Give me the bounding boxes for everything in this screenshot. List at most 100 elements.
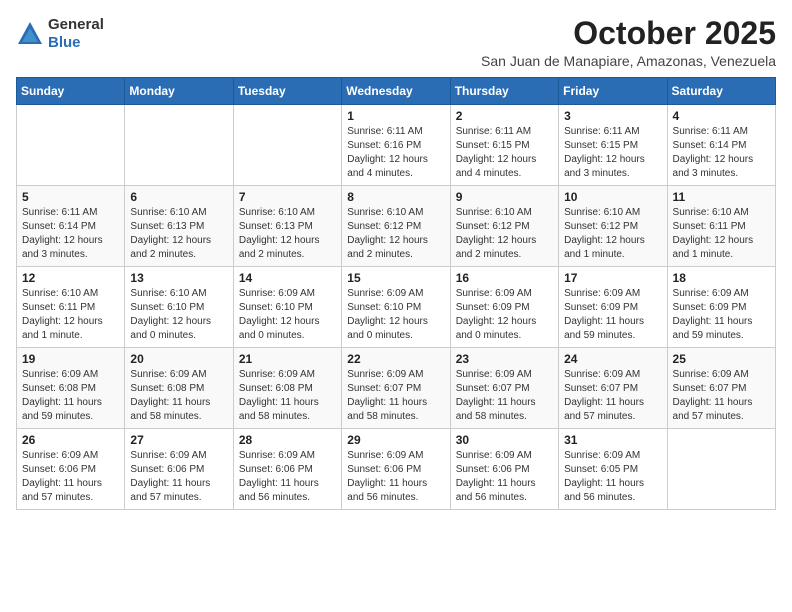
weekday-header-wednesday: Wednesday [342, 78, 450, 105]
day-info: Sunrise: 6:10 AMSunset: 6:12 PMDaylight:… [564, 206, 661, 262]
calendar-cell: 28Sunrise: 6:09 AMSunset: 6:06 PMDayligh… [233, 429, 341, 510]
weekday-header-monday: Monday [125, 78, 233, 105]
calendar-week-1: 5 Sunrise: 6:11 AMSunset: 6:14 PMDaylight… [17, 186, 776, 267]
calendar-cell [667, 429, 775, 510]
day-info: Sunrise: 6:09 AMSunset: 6:05 PMDaylight:… [564, 449, 661, 505]
day-number: 20 [130, 352, 227, 366]
calendar-cell [17, 105, 125, 186]
day-number: 29 [347, 433, 444, 447]
calendar-cell: 8 Sunrise: 6:10 AMSunset: 6:12 PMDaylight… [342, 186, 450, 267]
title-block: October 2025 San Juan de Manapiare, Amaz… [481, 16, 776, 69]
calendar-cell: 9 Sunrise: 6:10 AMSunset: 6:12 PMDaylight… [450, 186, 558, 267]
day-info: Sunrise: 6:11 AMSunset: 6:14 PMDaylight:… [22, 206, 119, 262]
day-number: 7 [239, 190, 336, 204]
calendar-cell: 17Sunrise: 6:09 AMSunset: 6:09 PMDayligh… [559, 267, 667, 348]
calendar-cell: 1 Sunrise: 6:11 AMSunset: 6:16 PMDaylight… [342, 105, 450, 186]
calendar-cell: 16 Sunrise: 6:09 AMSunset: 6:09 PMDayligh… [450, 267, 558, 348]
calendar-cell: 27Sunrise: 6:09 AMSunset: 6:06 PMDayligh… [125, 429, 233, 510]
day-info: Sunrise: 6:10 AMSunset: 6:11 PMDaylight:… [22, 287, 119, 343]
day-number: 24 [564, 352, 661, 366]
day-info: Sunrise: 6:10 AMSunset: 6:10 PMDaylight:… [130, 287, 227, 343]
day-number: 8 [347, 190, 444, 204]
day-number: 10 [564, 190, 661, 204]
day-info: Sunrise: 6:09 AMSunset: 6:07 PMDaylight:… [564, 368, 661, 424]
calendar-week-2: 12 Sunrise: 6:10 AMSunset: 6:11 PMDayligh… [17, 267, 776, 348]
calendar-cell: 2Sunrise: 6:11 AMSunset: 6:15 PMDaylight… [450, 105, 558, 186]
main-title: October 2025 [481, 16, 776, 51]
weekday-header-row: SundayMondayTuesdayWednesdayThursdayFrid… [17, 78, 776, 105]
day-info: Sunrise: 6:09 AMSunset: 6:10 PMDaylight:… [239, 287, 336, 343]
logo-general: General [48, 16, 104, 34]
day-number: 3 [564, 109, 661, 123]
calendar-cell: 15 Sunrise: 6:09 AMSunset: 6:10 PMDayligh… [342, 267, 450, 348]
day-number: 5 [22, 190, 119, 204]
day-info: Sunrise: 6:11 AMSunset: 6:14 PMDaylight:… [673, 125, 770, 181]
day-number: 15 [347, 271, 444, 285]
day-info: Sunrise: 6:09 AMSunset: 6:06 PMDaylight:… [347, 449, 444, 505]
day-info: Sunrise: 6:09 AMSunset: 6:07 PMDaylight:… [673, 368, 770, 424]
weekday-header-sunday: Sunday [17, 78, 125, 105]
calendar-table: SundayMondayTuesdayWednesdayThursdayFrid… [16, 77, 776, 510]
day-info: Sunrise: 6:09 AMSunset: 6:06 PMDaylight:… [456, 449, 553, 505]
calendar-cell: 4 Sunrise: 6:11 AMSunset: 6:14 PMDaylight… [667, 105, 775, 186]
page-header: General Blue October 2025 San Juan de Ma… [16, 16, 776, 69]
calendar-cell: 18 Sunrise: 6:09 AMSunset: 6:09 PMDayligh… [667, 267, 775, 348]
day-info: Sunrise: 6:11 AMSunset: 6:15 PMDaylight:… [564, 125, 661, 181]
day-number: 14 [239, 271, 336, 285]
calendar-cell: 26Sunrise: 6:09 AMSunset: 6:06 PMDayligh… [17, 429, 125, 510]
calendar-cell: 11Sunrise: 6:10 AMSunset: 6:11 PMDayligh… [667, 186, 775, 267]
calendar-cell: 10 Sunrise: 6:10 AMSunset: 6:12 PMDayligh… [559, 186, 667, 267]
day-info: Sunrise: 6:10 AMSunset: 6:13 PMDaylight:… [239, 206, 336, 262]
day-info: Sunrise: 6:09 AMSunset: 6:08 PMDaylight:… [239, 368, 336, 424]
calendar-cell: 19 Sunrise: 6:09 AMSunset: 6:08 PMDayligh… [17, 348, 125, 429]
calendar-cell: 5 Sunrise: 6:11 AMSunset: 6:14 PMDaylight… [17, 186, 125, 267]
day-number: 16 [456, 271, 553, 285]
calendar-cell: 25 Sunrise: 6:09 AMSunset: 6:07 PMDayligh… [667, 348, 775, 429]
day-number: 2 [456, 109, 553, 123]
day-number: 23 [456, 352, 553, 366]
day-info: Sunrise: 6:10 AMSunset: 6:12 PMDaylight:… [456, 206, 553, 262]
logo: General Blue [16, 16, 104, 52]
calendar-cell: 6Sunrise: 6:10 AMSunset: 6:13 PMDaylight… [125, 186, 233, 267]
calendar-cell: 20 Sunrise: 6:09 AMSunset: 6:08 PMDayligh… [125, 348, 233, 429]
calendar-cell: 30Sunrise: 6:09 AMSunset: 6:06 PMDayligh… [450, 429, 558, 510]
day-info: Sunrise: 6:09 AMSunset: 6:09 PMDaylight:… [564, 287, 661, 343]
day-info: Sunrise: 6:10 AMSunset: 6:12 PMDaylight:… [347, 206, 444, 262]
day-number: 1 [347, 109, 444, 123]
day-number: 4 [673, 109, 770, 123]
day-number: 6 [130, 190, 227, 204]
day-info: Sunrise: 6:09 AMSunset: 6:07 PMDaylight:… [347, 368, 444, 424]
day-info: Sunrise: 6:09 AMSunset: 6:09 PMDaylight:… [673, 287, 770, 343]
calendar-week-4: 26 Sunrise: 6:09 AMSunset: 6:06 PMDayligh… [17, 429, 776, 510]
day-info: Sunrise: 6:09 AMSunset: 6:10 PMDaylight:… [347, 287, 444, 343]
day-info: Sunrise: 6:09 AMSunset: 6:06 PMDaylight:… [239, 449, 336, 505]
day-number: 21 [239, 352, 336, 366]
day-number: 9 [456, 190, 553, 204]
calendar-cell: 31 Sunrise: 6:09 AMSunset: 6:05 PMDayligh… [559, 429, 667, 510]
calendar-cell: 3 Sunrise: 6:11 AMSunset: 6:15 PMDaylight… [559, 105, 667, 186]
day-info: Sunrise: 6:09 AMSunset: 6:09 PMDaylight:… [456, 287, 553, 343]
calendar-week-0: 1 Sunrise: 6:11 AMSunset: 6:16 PMDaylight… [17, 105, 776, 186]
calendar-cell: 24 Sunrise: 6:09 AMSunset: 6:07 PMDayligh… [559, 348, 667, 429]
day-info: Sunrise: 6:09 AMSunset: 6:08 PMDaylight:… [22, 368, 119, 424]
day-number: 18 [673, 271, 770, 285]
day-number: 12 [22, 271, 119, 285]
calendar-cell: 12 Sunrise: 6:10 AMSunset: 6:11 PMDayligh… [17, 267, 125, 348]
calendar-cell: 7 Sunrise: 6:10 AMSunset: 6:13 PMDaylight… [233, 186, 341, 267]
day-info: Sunrise: 6:11 AMSunset: 6:16 PMDaylight:… [347, 125, 444, 181]
calendar-body: 1 Sunrise: 6:11 AMSunset: 6:16 PMDaylight… [17, 105, 776, 510]
day-number: 26 [22, 433, 119, 447]
day-number: 13 [130, 271, 227, 285]
day-number: 25 [673, 352, 770, 366]
logo-icon [16, 20, 44, 48]
day-number: 19 [22, 352, 119, 366]
calendar-week-3: 19 Sunrise: 6:09 AMSunset: 6:08 PMDayligh… [17, 348, 776, 429]
calendar-cell: 22Sunrise: 6:09 AMSunset: 6:07 PMDayligh… [342, 348, 450, 429]
day-info: Sunrise: 6:09 AMSunset: 6:08 PMDaylight:… [130, 368, 227, 424]
calendar-cell: 29 Sunrise: 6:09 AMSunset: 6:06 PMDayligh… [342, 429, 450, 510]
day-info: Sunrise: 6:09 AMSunset: 6:06 PMDaylight:… [130, 449, 227, 505]
calendar-cell [125, 105, 233, 186]
day-number: 31 [564, 433, 661, 447]
logo-blue: Blue [48, 34, 104, 52]
day-info: Sunrise: 6:09 AMSunset: 6:07 PMDaylight:… [456, 368, 553, 424]
